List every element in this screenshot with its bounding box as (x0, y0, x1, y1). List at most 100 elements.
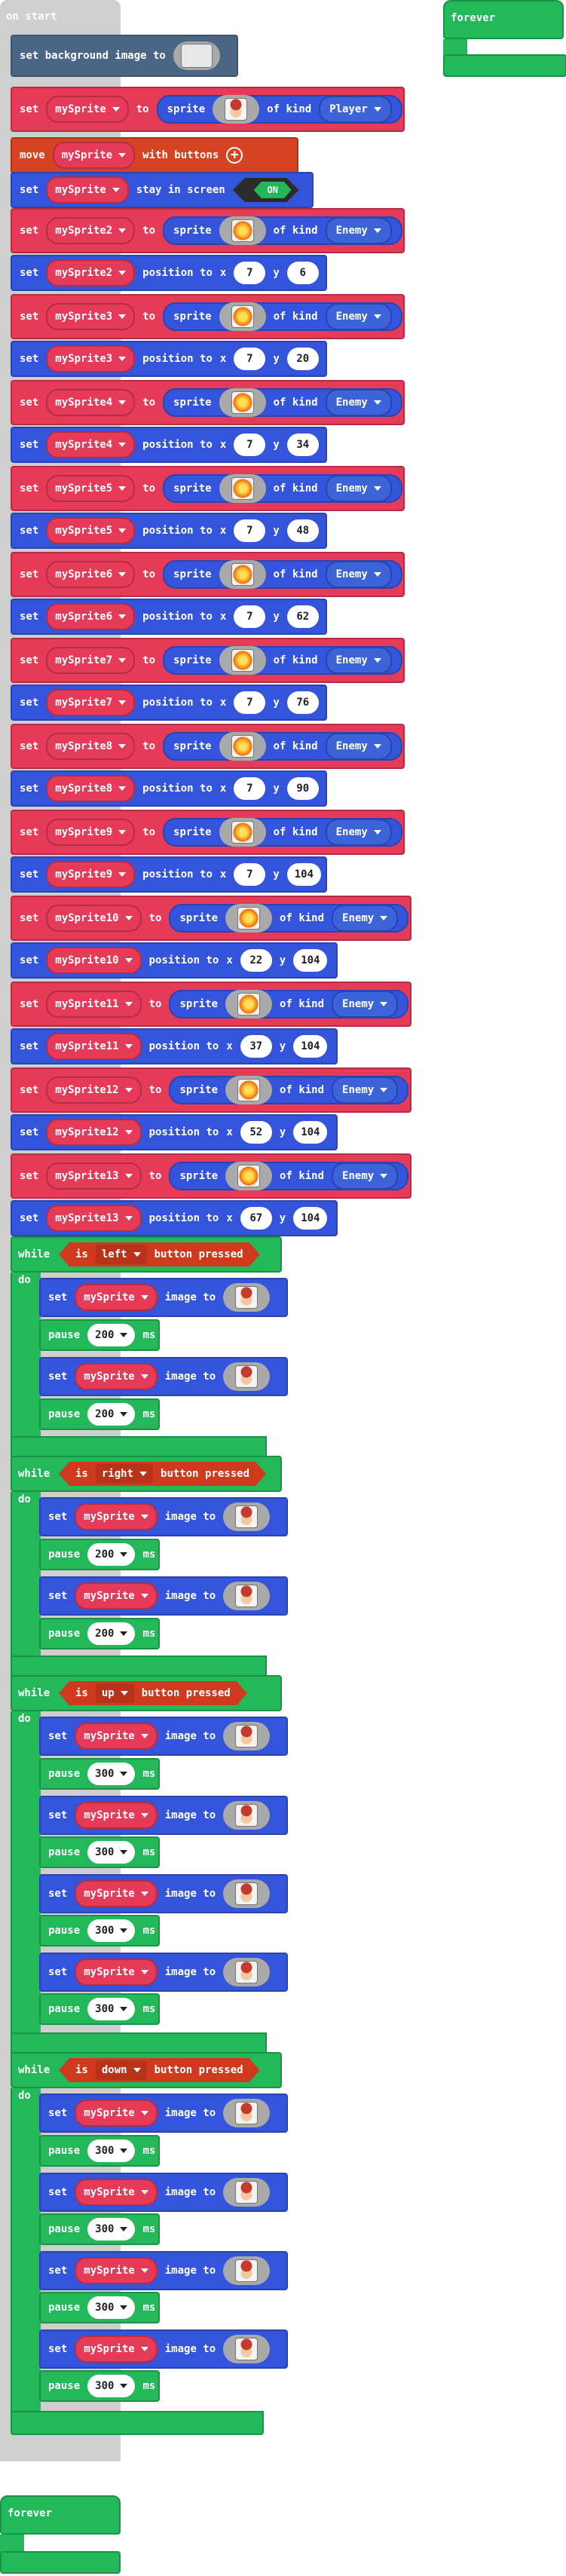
sprite-reporter[interactable]: sprite of kind Enemy (163, 646, 402, 675)
expand-plus-icon[interactable]: + (226, 147, 243, 164)
y-value-input[interactable]: 20 (286, 348, 319, 370)
sprite-image-picker[interactable] (219, 474, 266, 503)
image-picker[interactable] (223, 1502, 271, 1531)
variable-dropdown[interactable]: mySprite13 (46, 1162, 142, 1190)
set-image-block[interactable]: set mySprite image to (39, 1576, 288, 1616)
sprite-image-picker[interactable] (225, 990, 273, 1018)
kind-dropdown[interactable]: Enemy (325, 217, 392, 244)
sprite-reporter[interactable]: sprite of kind Enemy (169, 904, 409, 933)
set-position-block[interactable]: set mySprite9 position to x 7 y 104 (11, 856, 327, 893)
variable-dropdown[interactable]: mySprite5 (46, 475, 136, 502)
image-picker[interactable] (223, 1879, 271, 1908)
pause-block[interactable]: pause 300 ms (39, 2370, 160, 2402)
variable-dropdown[interactable]: mySprite (75, 1503, 158, 1530)
variable-dropdown[interactable]: mySprite2 (46, 217, 136, 244)
direction-dropdown[interactable]: down (96, 2060, 147, 2080)
image-picker[interactable] (223, 1958, 271, 1986)
x-value-input[interactable]: 7 (234, 863, 266, 886)
sprite-image-picker[interactable] (225, 1162, 273, 1190)
variable-dropdown[interactable]: mySprite3 (46, 345, 136, 372)
button-pressed-condition[interactable]: is up button pressed (59, 1681, 247, 1705)
pause-duration-dropdown[interactable]: 200 (87, 1622, 136, 1645)
set-enemy-sprite-block[interactable]: set mySprite6 to sprite of kind Enemy (11, 552, 405, 597)
variable-dropdown[interactable]: mySprite9 (46, 819, 136, 846)
kind-dropdown[interactable]: Enemy (332, 1077, 399, 1104)
variable-dropdown[interactable]: mySprite10 (46, 905, 142, 932)
variable-dropdown[interactable]: mySprite (75, 1363, 158, 1390)
variable-dropdown[interactable]: mySprite (75, 1880, 158, 1907)
pause-duration-dropdown[interactable]: 300 (87, 1763, 136, 1785)
pause-duration-dropdown[interactable]: 300 (87, 2140, 136, 2162)
forever-block-bottom-left[interactable]: forever (0, 2495, 121, 2535)
sprite-reporter[interactable]: sprite of kind Enemy (163, 388, 402, 417)
pause-duration-dropdown[interactable]: 300 (87, 1919, 136, 1942)
variable-dropdown[interactable]: mySprite12 (46, 1077, 142, 1104)
kind-dropdown[interactable]: Enemy (332, 1162, 399, 1190)
set-image-block[interactable]: set mySprite image to (39, 1357, 288, 1396)
sprite-image-picker[interactable] (219, 732, 266, 761)
set-enemy-sprite-block[interactable]: set mySprite9 to sprite of kind Enemy (11, 810, 405, 855)
x-value-input[interactable]: 7 (234, 777, 266, 800)
direction-dropdown[interactable]: right (96, 1464, 153, 1484)
variable-dropdown[interactable]: mySprite (75, 1802, 158, 1829)
pause-duration-dropdown[interactable]: 200 (87, 1403, 136, 1426)
y-value-input[interactable]: 6 (286, 262, 319, 284)
set-enemy-sprite-block[interactable]: set mySprite5 to sprite of kind Enemy (11, 466, 405, 511)
forever-block-top-right[interactable]: forever (443, 0, 564, 39)
button-pressed-condition[interactable]: is left button pressed (59, 1242, 260, 1267)
variable-dropdown[interactable]: mySprite (52, 142, 136, 169)
variable-dropdown[interactable]: mySprite (75, 2100, 158, 2127)
variable-dropdown[interactable]: mySprite (46, 96, 129, 123)
button-pressed-condition[interactable]: is right button pressed (59, 1462, 266, 1486)
set-position-block[interactable]: set mySprite7 position to x 7 y 76 (11, 685, 327, 721)
y-value-input[interactable]: 76 (286, 691, 319, 714)
image-picker[interactable] (223, 2335, 271, 2363)
kind-dropdown[interactable]: Enemy (325, 733, 392, 760)
variable-dropdown[interactable]: mySprite8 (46, 775, 136, 802)
direction-dropdown[interactable]: left (96, 1245, 147, 1264)
image-picker[interactable] (223, 1582, 271, 1610)
sprite-reporter[interactable]: sprite of kind Enemy (163, 302, 402, 331)
variable-dropdown[interactable]: mySprite (46, 176, 129, 204)
pause-duration-dropdown[interactable]: 300 (87, 1841, 136, 1864)
variable-dropdown[interactable]: mySprite (75, 1959, 158, 1986)
y-value-input[interactable]: 104 (293, 949, 328, 972)
x-value-input[interactable]: 22 (240, 949, 272, 972)
set-enemy-sprite-block[interactable]: set mySprite2 to sprite of kind Enemy (11, 208, 405, 253)
background-image-picker[interactable] (173, 41, 220, 70)
while-loop-block[interactable]: while is right button pressed (11, 1456, 282, 1492)
variable-dropdown[interactable]: mySprite (75, 1723, 158, 1750)
y-value-input[interactable]: 48 (286, 519, 319, 542)
variable-dropdown[interactable]: mySprite7 (46, 647, 136, 674)
sprite-reporter[interactable]: sprite of kind Enemy (163, 818, 402, 847)
set-enemy-sprite-block[interactable]: set mySprite11 to sprite of kind Enemy (11, 982, 411, 1027)
variable-dropdown[interactable]: mySprite9 (46, 861, 136, 888)
x-value-input[interactable]: 7 (234, 605, 266, 628)
kind-dropdown[interactable]: Enemy (325, 819, 392, 846)
variable-dropdown[interactable]: mySprite8 (46, 733, 136, 760)
variable-dropdown[interactable]: mySprite11 (46, 1033, 142, 1060)
sprite-image-picker[interactable] (213, 95, 260, 124)
while-loop-block[interactable]: while is down button pressed (11, 2052, 282, 2088)
pause-duration-dropdown[interactable]: 300 (87, 2375, 136, 2397)
pause-block[interactable]: pause 300 ms (39, 2292, 160, 2323)
sprite-reporter[interactable]: sprite of kind Enemy (169, 1076, 409, 1104)
pause-block[interactable]: pause 300 ms (39, 1915, 160, 1947)
set-image-block[interactable]: set mySprite image to (39, 1497, 288, 1536)
set-image-block[interactable]: set mySprite image to (39, 1796, 288, 1835)
variable-dropdown[interactable]: mySprite3 (46, 303, 136, 330)
set-position-block[interactable]: set mySprite6 position to x 7 y 62 (11, 599, 327, 635)
pause-block[interactable]: pause 200 ms (39, 1319, 160, 1351)
image-picker[interactable] (223, 1801, 271, 1830)
pause-block[interactable]: pause 200 ms (39, 1539, 160, 1570)
sprite-image-picker[interactable] (219, 388, 266, 417)
pause-duration-dropdown[interactable]: 300 (87, 2296, 136, 2319)
sprite-image-picker[interactable] (219, 560, 266, 589)
set-enemy-sprite-block[interactable]: set mySprite12 to sprite of kind Enemy (11, 1067, 411, 1113)
x-value-input[interactable]: 7 (234, 348, 266, 370)
pause-block[interactable]: pause 200 ms (39, 1398, 160, 1430)
kind-dropdown[interactable]: Enemy (325, 647, 392, 674)
set-image-block[interactable]: set mySprite image to (39, 1953, 288, 1992)
set-image-block[interactable]: set mySprite image to (39, 2173, 288, 2212)
variable-dropdown[interactable]: mySprite2 (46, 259, 136, 286)
